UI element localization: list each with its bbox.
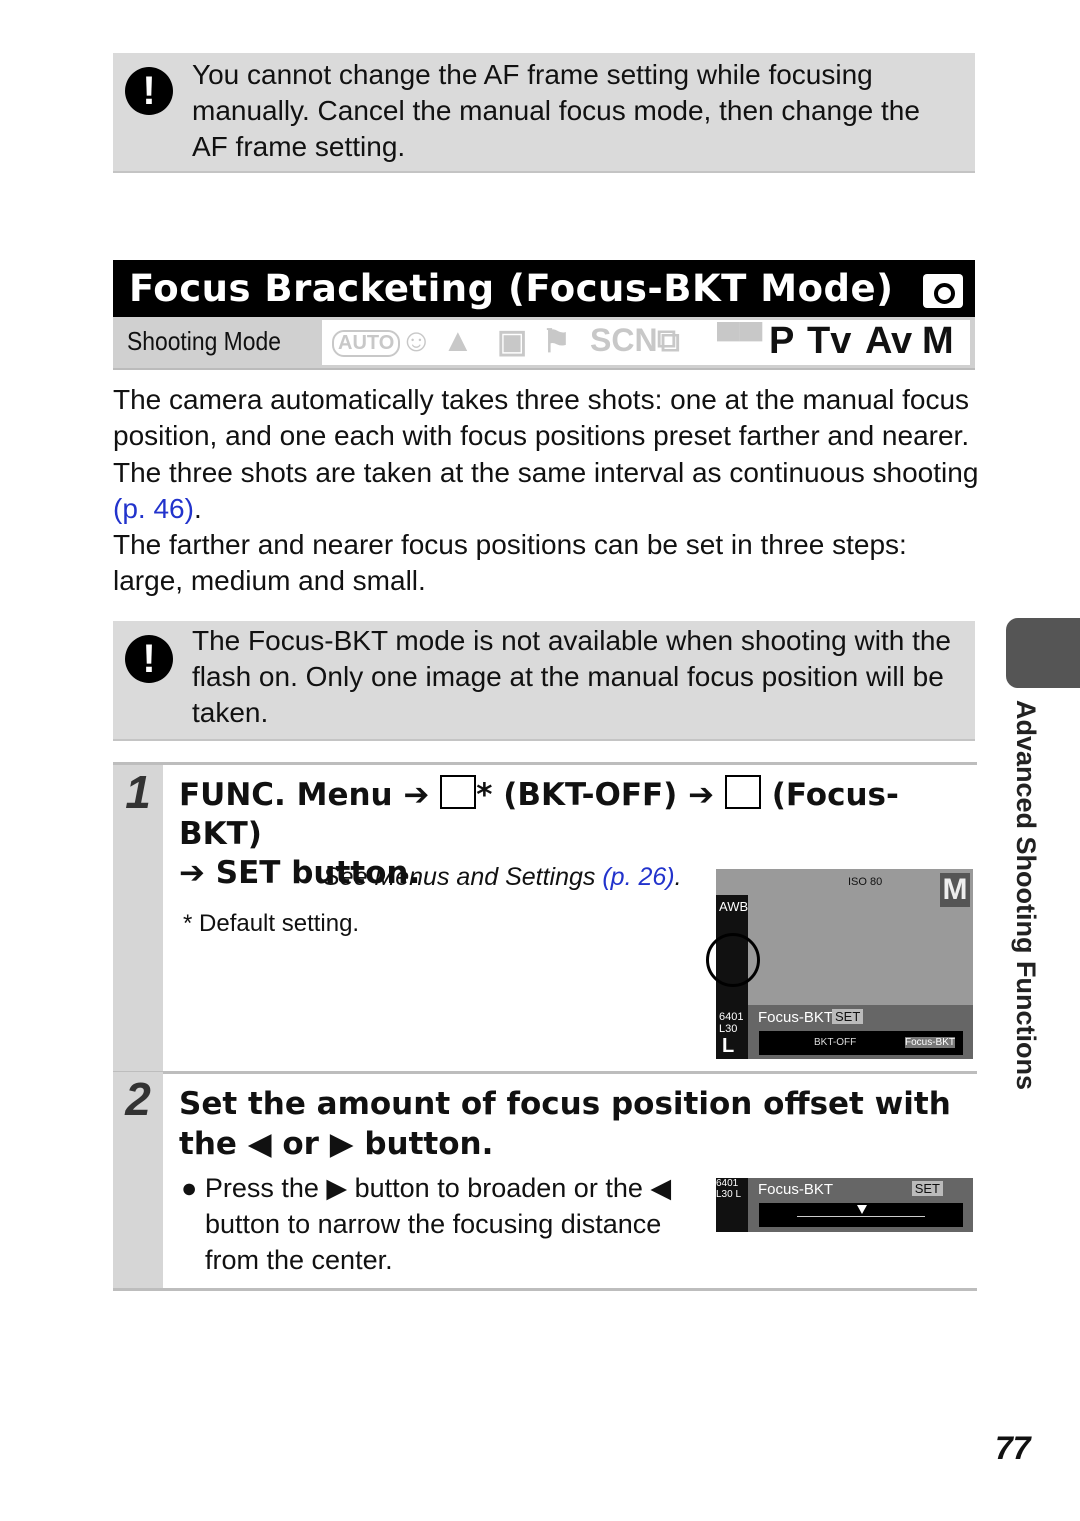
caution-icon: ! bbox=[125, 635, 173, 683]
set-icon: SET bbox=[911, 1181, 943, 1196]
manual-page: ! You cannot change the AF frame setting… bbox=[0, 0, 1080, 1521]
section-title: Focus Bracketing (Focus-BKT Mode) bbox=[113, 260, 975, 317]
offset-marker bbox=[857, 1205, 867, 1214]
mode-tv-icon: Tv bbox=[807, 320, 852, 362]
caution-text: The Focus-BKT mode is not available when… bbox=[192, 625, 952, 728]
chapter-label: Advanced Shooting Functions bbox=[1011, 700, 1041, 1090]
focus-bkt-icon bbox=[724, 775, 761, 809]
mode-m-icon: M bbox=[922, 320, 954, 362]
mode-av-icon: Av bbox=[865, 320, 913, 362]
lcd-screenshot: AWB 6401 L30 L ISO 80 M Focus-BKT SET BK… bbox=[706, 869, 973, 1059]
caution-text: You cannot change the AF frame setting w… bbox=[192, 59, 920, 162]
mode--icon: ▣ bbox=[497, 323, 528, 359]
lcd-label: Focus-BKT bbox=[758, 1009, 834, 1026]
default-note: * Default setting. bbox=[183, 910, 360, 937]
step-heading: Set the amount of focus position offset … bbox=[179, 1086, 951, 1162]
shooting-mode-row: Shooting Mode AUTO ☺ ▲ ▣ ⚑ SCN ⧉ ▀▀ P Tv Av M bbox=[113, 317, 975, 370]
paragraph: The farther and nearer focus positions c… bbox=[113, 529, 907, 597]
lcd-options: BKT-OFF Focus-BKT bbox=[759, 1031, 963, 1055]
offset-scale-slider[interactable] bbox=[759, 1203, 963, 1227]
mode-scn-icon: SCN bbox=[590, 322, 658, 358]
paragraph: The camera automatically takes three sho… bbox=[113, 384, 979, 524]
camera-icon bbox=[923, 274, 963, 308]
step-number: 1 bbox=[113, 765, 163, 1071]
bullet-item: ● Press the ▶ button to broaden or the ◀… bbox=[181, 1173, 672, 1275]
step-number: 2 bbox=[113, 1072, 163, 1288]
caution-note: ! You cannot change the AF frame setting… bbox=[113, 53, 975, 173]
mode--icon: ▲ bbox=[442, 322, 474, 358]
bkt-off-icon bbox=[440, 775, 477, 809]
mode--icon: ⚑ bbox=[542, 323, 571, 359]
highlight-circle bbox=[706, 933, 760, 987]
iso-icon: ISO 80 bbox=[848, 876, 883, 888]
chapter-tab bbox=[1006, 618, 1080, 688]
caution-icon: ! bbox=[125, 67, 173, 115]
see-menus-text: See Menus and Settings (p. 26). bbox=[323, 863, 682, 891]
step-1: 1 FUNC. Menu ➔ * (BKT-OFF) ➔ (Focus-BKT)… bbox=[113, 762, 977, 1074]
shooting-mode-icons: AUTO ☺ ▲ ▣ ⚑ SCN ⧉ ▀▀ P Tv Av M bbox=[322, 320, 970, 365]
lcd-label: Focus-BKT bbox=[758, 1181, 834, 1198]
mode--icon: ☺ bbox=[400, 322, 433, 358]
body-text: The camera automatically takes three sho… bbox=[113, 382, 983, 600]
mode-p-icon: P bbox=[769, 320, 795, 362]
page-link[interactable]: (p. 26) bbox=[602, 863, 674, 891]
mode-m-indicator: M bbox=[940, 873, 970, 907]
shooting-mode-label: Shooting Mode bbox=[127, 326, 281, 356]
set-icon: SET bbox=[832, 1009, 864, 1024]
page-link[interactable]: (p. 46) bbox=[113, 493, 194, 524]
mode--icon: ⧉ bbox=[657, 322, 680, 358]
section-title-text: Focus Bracketing (Focus-BKT Mode) bbox=[129, 267, 894, 310]
caution-note: ! The Focus-BKT mode is not available wh… bbox=[113, 621, 975, 741]
page-number: 77 bbox=[995, 1430, 1031, 1466]
mode--icon: ▀▀ bbox=[717, 322, 763, 358]
lcd-screenshot-offset: 6401 L30 L Focus-BKT SET bbox=[716, 1178, 973, 1232]
mode-auto-icon: AUTO bbox=[332, 330, 401, 357]
step-2: 2 Set the amount of focus position offse… bbox=[113, 1072, 977, 1291]
